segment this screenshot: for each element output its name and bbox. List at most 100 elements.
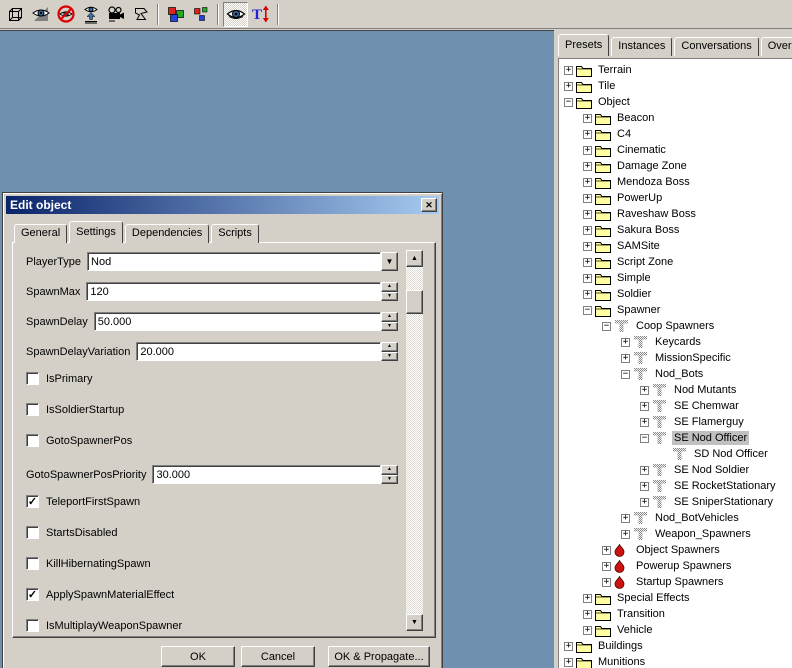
scrollbar-thumb[interactable] <box>406 290 423 314</box>
collapse-toggle[interactable]: − <box>621 370 630 379</box>
tree-item-label[interactable]: Transition <box>615 607 667 621</box>
tree-item-label[interactable]: Buildings <box>596 639 645 653</box>
expand-toggle[interactable]: + <box>583 178 592 187</box>
expand-toggle[interactable]: + <box>583 146 592 155</box>
scroll-down-icon[interactable]: ▼ <box>406 614 423 631</box>
gotospawnerpos-checkbox[interactable] <box>26 434 39 447</box>
spinner-up-icon[interactable]: ▲ <box>381 312 398 322</box>
spinner-down-icon[interactable]: ▼ <box>381 322 398 332</box>
expand-toggle[interactable]: + <box>640 482 649 491</box>
spinner-up-icon[interactable]: ▲ <box>381 282 398 292</box>
tab-conversations[interactable]: Conversations <box>674 37 758 56</box>
tree-item-label[interactable]: Nod_BotVehicles <box>653 511 741 525</box>
eye-toggle-button[interactable] <box>223 2 248 27</box>
spinner-up-icon[interactable]: ▲ <box>381 342 398 352</box>
polygon-button[interactable] <box>128 2 153 27</box>
tree-item-label[interactable]: SE Chemwar <box>672 399 741 413</box>
expand-toggle[interactable]: + <box>583 114 592 123</box>
tree-item-label[interactable]: SE Nod Soldier <box>672 463 751 477</box>
tree-item-label[interactable]: Nod_Bots <box>653 367 705 381</box>
expand-toggle[interactable]: + <box>583 242 592 251</box>
expand-toggle[interactable]: + <box>640 402 649 411</box>
killhibernatingspawn-checkbox[interactable] <box>26 557 39 570</box>
spinner-down-icon[interactable]: ▼ <box>381 352 398 362</box>
collapse-toggle[interactable]: − <box>564 98 573 107</box>
spinner-up-icon[interactable]: ▲ <box>381 465 398 475</box>
dialog-titlebar[interactable]: Edit object ✕ <box>6 196 439 214</box>
eye-solid-button[interactable] <box>28 2 53 27</box>
expand-toggle[interactable]: + <box>640 386 649 395</box>
expand-toggle[interactable]: + <box>583 290 592 299</box>
eye-blocked-button[interactable] <box>53 2 78 27</box>
ok-propagate-button[interactable]: OK & Propagate... <box>328 646 430 667</box>
text-height-button[interactable]: T <box>248 2 273 27</box>
tree-item-label[interactable]: Object Spawners <box>634 543 722 557</box>
applyspawnmaterialeffect-checkbox-checked[interactable]: ✓ <box>26 588 39 601</box>
tab-general[interactable]: General <box>14 224 67 243</box>
tab-presets[interactable]: Presets <box>558 34 609 56</box>
eye-raise-button[interactable] <box>78 2 103 27</box>
dropdown-arrow-icon[interactable]: ▼ <box>381 252 398 271</box>
expand-toggle[interactable]: + <box>583 226 592 235</box>
expand-toggle[interactable]: + <box>602 562 611 571</box>
tree-item-label[interactable]: Tile <box>596 79 617 93</box>
tree-item-label[interactable]: SD Nod Officer <box>692 447 770 461</box>
tree-item-label[interactable]: Keycards <box>653 335 703 349</box>
tree-item-label[interactable]: Special Effects <box>615 591 692 605</box>
tree-item-label[interactable]: SE SniperStationary <box>672 495 775 509</box>
tree-item-label[interactable]: Munitions <box>596 655 647 668</box>
camera-button[interactable] <box>103 2 128 27</box>
expand-toggle[interactable]: + <box>583 626 592 635</box>
tree-item-label[interactable]: Damage Zone <box>615 159 689 173</box>
expand-toggle[interactable]: + <box>564 658 573 667</box>
expand-toggle[interactable]: + <box>583 610 592 619</box>
gotospawnerpospriority-spinner[interactable]: ▲▼ <box>381 465 398 484</box>
expand-toggle[interactable]: + <box>564 66 573 75</box>
cancel-button[interactable]: Cancel <box>241 646 315 667</box>
spawndelay-input[interactable] <box>94 312 381 331</box>
tree-item-label[interactable]: Startup Spawners <box>634 575 725 589</box>
expand-toggle[interactable]: + <box>640 418 649 427</box>
collapse-toggle[interactable]: − <box>640 434 649 443</box>
expand-toggle[interactable]: + <box>583 130 592 139</box>
expand-toggle[interactable]: + <box>602 578 611 587</box>
tree-item-label[interactable]: Script Zone <box>615 255 675 269</box>
close-icon[interactable]: ✕ <box>421 198 437 212</box>
expand-toggle[interactable]: + <box>602 546 611 555</box>
rgb-squares-button[interactable] <box>188 2 213 27</box>
tree-item-label[interactable]: Cinematic <box>615 143 668 157</box>
expand-toggle[interactable]: + <box>621 530 630 539</box>
expand-toggle[interactable]: + <box>621 354 630 363</box>
tree-item-label[interactable]: SE Nod Officer <box>672 431 749 445</box>
tree-item-label[interactable]: Vehicle <box>615 623 654 637</box>
tree-item-label[interactable]: Nod Mutants <box>672 383 738 397</box>
tree-item-label[interactable]: Object <box>596 95 632 109</box>
playertype-input[interactable] <box>87 252 381 271</box>
tree-item-label[interactable]: C4 <box>615 127 633 141</box>
expand-toggle[interactable]: + <box>583 210 592 219</box>
tree-item-label[interactable]: MissionSpecific <box>653 351 733 365</box>
tab-overlap[interactable]: Overlap <box>761 37 792 56</box>
tree-item-label[interactable]: Sakura Boss <box>615 223 681 237</box>
tree-item-label[interactable]: Soldier <box>615 287 653 301</box>
tree-item-label[interactable]: Raveshaw Boss <box>615 207 698 221</box>
teleportfirstspawn-checkbox-checked[interactable]: ✓ <box>26 495 39 508</box>
expand-toggle[interactable]: + <box>583 258 592 267</box>
expand-toggle[interactable]: + <box>621 338 630 347</box>
tree-item-label[interactable]: Terrain <box>596 63 634 77</box>
spinner-down-icon[interactable]: ▼ <box>381 292 398 302</box>
dialog-scrollbar[interactable]: ▲ ▼ <box>406 250 423 631</box>
tree-item-label[interactable]: SE Flamerguy <box>672 415 746 429</box>
spawnmax-input[interactable] <box>86 282 381 301</box>
expand-toggle[interactable]: + <box>621 514 630 523</box>
tree-item-label[interactable]: SAMSite <box>615 239 662 253</box>
tree-item-label[interactable]: Weapon_Spawners <box>653 527 753 541</box>
expand-toggle[interactable]: + <box>583 594 592 603</box>
tree-item-label[interactable]: SE RocketStationary <box>672 479 778 493</box>
tab-dependencies[interactable]: Dependencies <box>125 224 209 243</box>
tree-item-label[interactable]: Simple <box>615 271 653 285</box>
expand-toggle[interactable]: + <box>583 194 592 203</box>
tree-item-label[interactable]: Beacon <box>615 111 656 125</box>
tree-item-label[interactable]: Powerup Spawners <box>634 559 733 573</box>
ok-button[interactable]: OK <box>161 646 235 667</box>
